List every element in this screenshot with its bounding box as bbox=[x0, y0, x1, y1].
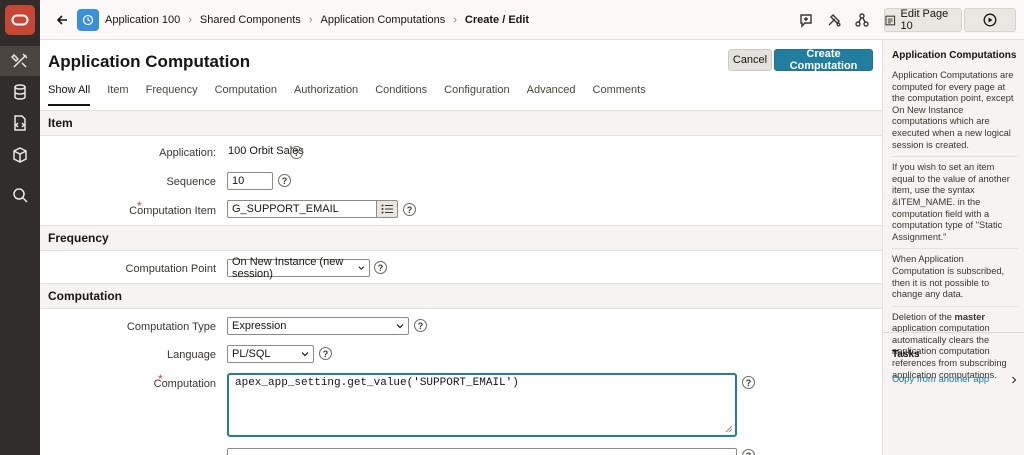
tab-frequency[interactable]: Frequency bbox=[146, 84, 198, 104]
tasks-title: Tasks bbox=[892, 349, 920, 360]
tab-show-all[interactable]: Show All bbox=[48, 84, 91, 106]
tab-configuration[interactable]: Configuration bbox=[444, 84, 509, 104]
help-icon[interactable]: ? bbox=[290, 146, 303, 159]
tab-advanced[interactable]: Advanced bbox=[527, 84, 576, 104]
run-icon bbox=[983, 13, 997, 27]
computation-code: apex_app_setting.get_value('SUPPORT_EMAI… bbox=[235, 377, 519, 389]
tab-computation[interactable]: Computation bbox=[215, 84, 277, 104]
database-icon[interactable] bbox=[0, 77, 40, 107]
help-panel-body: Application Computations are computed fo… bbox=[892, 70, 1018, 391]
computation-editor[interactable]: apex_app_setting.get_value('SUPPORT_EMAI… bbox=[227, 373, 737, 437]
task-link-label: Copy from another app bbox=[892, 374, 990, 385]
breadcrumb-separator-icon: › bbox=[188, 14, 192, 26]
chevron-down-icon bbox=[358, 266, 365, 270]
breadcrumb-shared-components[interactable]: Shared Components bbox=[200, 14, 301, 26]
copy-from-another-app-link[interactable]: Copy from another app bbox=[892, 374, 1018, 385]
tab-comments[interactable]: Comments bbox=[593, 84, 646, 104]
application-label: Application: bbox=[159, 147, 216, 159]
language-select[interactable]: PL/SQL bbox=[227, 345, 314, 363]
help-icon[interactable]: ? bbox=[278, 174, 291, 187]
chevron-right-icon bbox=[1012, 376, 1017, 383]
sequence-label: Sequence bbox=[166, 176, 216, 188]
list-icon bbox=[381, 204, 393, 214]
breadcrumb-application[interactable]: Application 100 bbox=[105, 14, 180, 26]
computation-point-label: Computation Point bbox=[125, 263, 217, 275]
feedback-icon[interactable] bbox=[796, 10, 816, 30]
help-panel: Application Computations Application Com… bbox=[882, 40, 1024, 455]
breadcrumb-current: Create / Edit bbox=[464, 14, 530, 26]
help-paragraph: Application Computations are computed fo… bbox=[892, 70, 1018, 158]
package-icon[interactable] bbox=[0, 140, 40, 170]
tools-icon[interactable] bbox=[0, 46, 40, 76]
edit-page-label: Edit Page 10 bbox=[900, 8, 949, 32]
computation-label: Computation bbox=[153, 378, 216, 390]
chevron-down-icon bbox=[396, 324, 404, 329]
help-paragraph: If you wish to set an item equal to the … bbox=[892, 162, 1018, 250]
tab-bar: Show All Item Frequency Computation Auth… bbox=[40, 84, 882, 110]
breadcrumb-separator-icon: › bbox=[453, 14, 457, 26]
list-of-values-button[interactable] bbox=[376, 200, 398, 218]
help-icon[interactable]: ? bbox=[374, 261, 387, 274]
tab-conditions[interactable]: Conditions bbox=[375, 84, 427, 104]
page-title: Application Computation bbox=[48, 52, 251, 71]
computation-item-input[interactable] bbox=[227, 200, 377, 218]
tab-item[interactable]: Item bbox=[107, 84, 128, 104]
help-icon[interactable]: ? bbox=[403, 203, 416, 216]
sql-script-icon[interactable] bbox=[0, 108, 40, 138]
team-development-icon[interactable] bbox=[824, 10, 844, 30]
tab-authorization[interactable]: Authorization bbox=[294, 84, 358, 104]
computation-item-label: Computation Item bbox=[129, 205, 216, 217]
language-value: PL/SQL bbox=[232, 348, 271, 360]
app-icon[interactable] bbox=[77, 9, 99, 31]
breadcrumb-application-computations[interactable]: Application Computations bbox=[320, 14, 445, 26]
computation-type-value: Expression bbox=[232, 320, 287, 332]
edit-page-icon bbox=[885, 15, 896, 25]
main-content: Application Computation Cancel Create Co… bbox=[40, 40, 882, 455]
help-panel-title: Application Computations bbox=[892, 50, 1017, 61]
breadcrumb-separator-icon: › bbox=[308, 14, 313, 26]
section-computation-heading: Computation bbox=[40, 283, 882, 309]
run-button[interactable] bbox=[964, 8, 1016, 32]
section-item-heading: Item bbox=[40, 110, 882, 136]
breadcrumb: Application 100 › Shared Components › Ap… bbox=[105, 0, 529, 40]
sequence-input[interactable] bbox=[227, 172, 273, 190]
cancel-button[interactable]: Cancel bbox=[728, 49, 772, 71]
side-rail bbox=[0, 0, 40, 455]
oracle-logo-icon[interactable] bbox=[5, 5, 35, 35]
top-header: Application 100 › Shared Components › Ap… bbox=[40, 0, 1024, 40]
next-field-input[interactable] bbox=[227, 448, 737, 455]
chevron-down-icon bbox=[301, 352, 309, 357]
computation-point-select[interactable]: On New Instance (new session) bbox=[227, 256, 370, 280]
computation-type-select[interactable]: Expression bbox=[227, 317, 409, 335]
language-label: Language bbox=[167, 349, 216, 361]
help-icon[interactable]: ? bbox=[742, 376, 755, 389]
help-text: Deletion of the bbox=[892, 311, 955, 322]
search-icon[interactable] bbox=[0, 180, 40, 210]
shared-components-icon[interactable] bbox=[852, 10, 872, 30]
create-computation-button[interactable]: Create Computation bbox=[774, 48, 873, 72]
back-arrow-icon[interactable] bbox=[52, 10, 72, 30]
computation-type-label: Computation Type bbox=[126, 321, 216, 333]
help-paragraph: When Application Computation is subscrib… bbox=[892, 254, 1018, 307]
help-icon[interactable]: ? bbox=[414, 319, 427, 332]
resize-handle-icon[interactable] bbox=[725, 425, 733, 433]
computation-point-value: On New Instance (new session) bbox=[232, 256, 344, 280]
edit-page-button[interactable]: Edit Page 10 bbox=[884, 8, 962, 32]
section-frequency-heading: Frequency bbox=[40, 225, 882, 251]
help-text-bold: master bbox=[954, 311, 986, 322]
help-icon[interactable]: ? bbox=[319, 347, 332, 360]
help-icon[interactable]: ? bbox=[742, 449, 755, 455]
divider bbox=[883, 332, 1024, 333]
